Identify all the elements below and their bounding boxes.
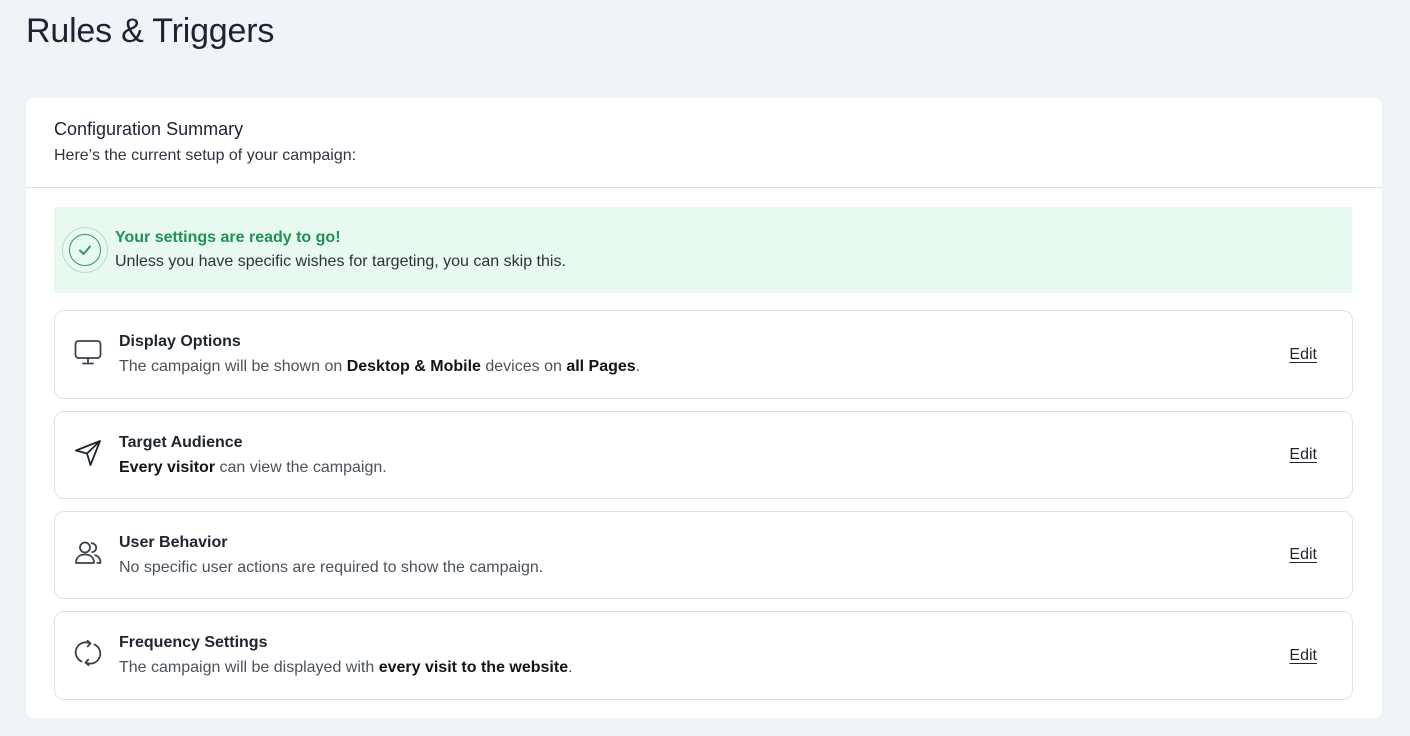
card-subtitle: Here’s the current setup of your campaig…	[54, 147, 357, 164]
page-title: Rules & Triggers	[26, 12, 275, 50]
success-banner: Your settings are ready to go! Unless yo…	[54, 207, 1352, 293]
frequency-settings-title: Frequency Settings	[119, 634, 268, 651]
banner-body: Unless you have specific wishes for targ…	[115, 253, 566, 270]
configuration-summary-card: Configuration Summary Here’s the current…	[26, 98, 1382, 718]
edit-frequency-settings-link[interactable]: Edit	[1289, 647, 1317, 665]
user-behavior-title: User Behavior	[119, 533, 228, 551]
display-options-title: Display Options	[119, 333, 241, 350]
target-audience-title: Target Audience	[119, 433, 243, 451]
card-header: Configuration Summary Here’s the current…	[26, 98, 1382, 188]
card-title: Configuration Summary	[54, 119, 244, 139]
frequency-settings-row: Frequency Settings The campaign will be …	[54, 611, 1353, 700]
edit-target-audience-link[interactable]: Edit	[1289, 446, 1317, 464]
send-arrow-icon	[73, 438, 103, 473]
edit-display-options-link[interactable]: Edit	[1289, 346, 1317, 364]
frequency-settings-desc: The campaign will be displayed with ever…	[119, 659, 573, 676]
check-circle-icon	[62, 227, 108, 273]
target-audience-desc: Every visitor can view the campaign.	[119, 458, 387, 476]
display-options-desc: The campaign will be shown on Desktop & …	[119, 358, 641, 375]
monitor-icon	[73, 338, 103, 371]
user-behavior-row: User Behavior No specific user actions a…	[54, 511, 1353, 599]
target-audience-row: Target Audience Every visitor can view t…	[54, 411, 1353, 499]
edit-user-behavior-link[interactable]: Edit	[1289, 546, 1317, 564]
user-behavior-desc: No specific user actions are required to…	[119, 558, 544, 576]
display-options-row: Display Options The campaign will be sho…	[54, 310, 1353, 399]
banner-title: Your settings are ready to go!	[115, 229, 341, 246]
users-icon	[73, 538, 103, 573]
refresh-icon	[73, 638, 103, 673]
